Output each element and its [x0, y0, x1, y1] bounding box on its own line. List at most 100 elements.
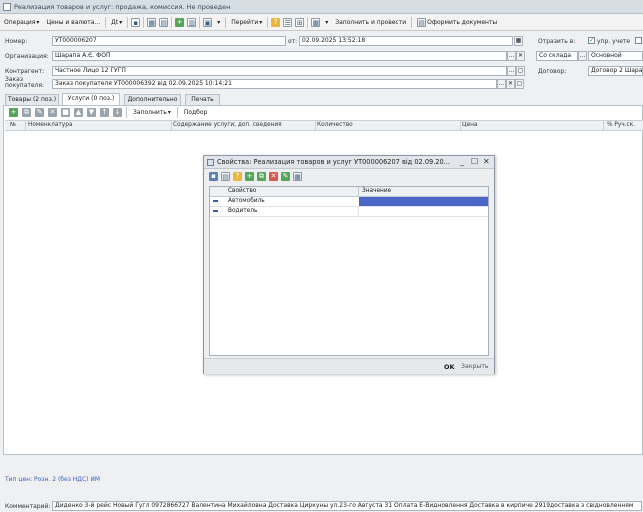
- print-icon[interactable]: ▣: [203, 17, 213, 27]
- sort-asc-icon[interactable]: ↑: [100, 108, 109, 117]
- toolbar-divider: [267, 16, 269, 28]
- unpost-icon[interactable]: ▤: [159, 17, 169, 27]
- help-icon[interactable]: ?: [233, 171, 242, 181]
- toolbar-divider: [143, 16, 145, 28]
- tab-print[interactable]: Печать: [185, 94, 220, 105]
- org-select-button[interactable]: …: [507, 51, 516, 61]
- fill-menu[interactable]: Заполнить ▾: [131, 108, 173, 117]
- dialog-title: Свойства: Реализация товаров и услуг УТ0…: [217, 158, 450, 166]
- delete-icon[interactable]: ✕: [269, 171, 278, 181]
- warehouse-type-field[interactable]: Со склада: [536, 51, 578, 61]
- close-icon: ✕: [517, 52, 524, 59]
- col-quantity[interactable]: Количество: [317, 122, 353, 128]
- post-icon[interactable]: ▦: [147, 17, 157, 27]
- number-field[interactable]: УТ000006207: [52, 36, 286, 46]
- prices-currency-button[interactable]: Цены и валюта...: [44, 18, 102, 27]
- col-number[interactable]: №: [10, 122, 16, 128]
- org-label: Организация:: [5, 53, 49, 60]
- contract-field[interactable]: Договор 2 Шарапа: [588, 66, 643, 76]
- dialog-titlebar: Свойства: Реализация товаров и услуг УТ0…: [204, 156, 494, 169]
- col-divider: [171, 121, 172, 130]
- dropdown-arrow-icon: ▾: [167, 109, 171, 116]
- dt-kt-menu[interactable]: Дt ▾: [109, 18, 124, 27]
- org-field[interactable]: Шарапа А.Є. ФОП: [52, 51, 507, 61]
- price-type-link[interactable]: Тип цен: Розн. 2 (без НДС) ИМ: [5, 476, 100, 483]
- edit-icon[interactable]: ✎: [281, 171, 290, 181]
- sort-desc-icon[interactable]: ↓: [113, 108, 122, 117]
- tab-goods[interactable]: Товары (2 поз.): [5, 94, 59, 105]
- toolbar-divider: [307, 16, 309, 28]
- mgmt-acc-checkbox[interactable]: ✓: [588, 37, 595, 44]
- edit-row-icon[interactable]: ✎: [35, 108, 44, 117]
- calendar-icon: ▦: [515, 37, 522, 44]
- toolbar-divider: [225, 16, 227, 28]
- document-print-icon: ▤: [417, 17, 427, 27]
- col-manual-discount[interactable]: % Руч.ск.: [607, 122, 635, 128]
- order-label: Заказ покупателя:: [5, 76, 45, 89]
- pick-label: Подбор: [183, 109, 208, 116]
- col-price[interactable]: Цена: [462, 122, 477, 128]
- comment-field[interactable]: Диденко 3-й рейс Новый Гугл 0972866727 В…: [52, 501, 642, 511]
- fill-post-dropdown[interactable]: ▾: [323, 18, 330, 27]
- property-row[interactable]: Автомобиль: [210, 197, 488, 207]
- date-field[interactable]: 02.09.2025 13:52:18: [299, 36, 513, 46]
- col-divider: [603, 121, 604, 130]
- tab-goods-label: Товары (2 поз.): [7, 96, 57, 103]
- org-clear-button[interactable]: ✕: [516, 51, 525, 61]
- copy-icon[interactable]: ⧉: [257, 171, 266, 181]
- fill-and-post-button[interactable]: Заполнить и провести: [333, 18, 408, 27]
- fill-label: Заполнить: [133, 109, 167, 116]
- col-service-content[interactable]: Содержание услуги, доп. сведения: [173, 122, 282, 128]
- save-icon[interactable]: ▪: [131, 17, 141, 27]
- dialog-close-button[interactable]: Закрыть: [461, 363, 489, 370]
- property-row[interactable]: Водитель: [210, 207, 488, 217]
- move-up-icon[interactable]: ▲: [74, 108, 83, 117]
- print-documents-button[interactable]: ▤ Оформить документы: [415, 17, 499, 28]
- warehouse-select-button[interactable]: …: [578, 51, 587, 61]
- warehouse-field[interactable]: Основной: [588, 51, 643, 61]
- print-dropdown[interactable]: ▾: [215, 18, 222, 27]
- maximize-button[interactable]: ☐: [471, 157, 478, 166]
- mgmt-acc-label: упр. учете: [597, 38, 631, 45]
- col-property[interactable]: Свойство: [228, 188, 256, 194]
- save-icon[interactable]: ▪: [209, 171, 218, 181]
- contractor-select-button[interactable]: …: [507, 66, 516, 76]
- tab-print-label: Печать: [191, 96, 214, 103]
- fill-post-icon[interactable]: ▦: [311, 17, 321, 27]
- create-based-on-icon[interactable]: +: [175, 17, 185, 27]
- document-icon[interactable]: ▤: [221, 171, 230, 181]
- extra-acc-checkbox[interactable]: [635, 37, 642, 44]
- tab-services[interactable]: Услуги (0 поз.): [62, 93, 120, 105]
- structure-icon[interactable]: ▥: [187, 17, 197, 27]
- property-value-cell[interactable]: [359, 197, 488, 206]
- calendar-button[interactable]: ▦: [514, 36, 523, 46]
- ok-button[interactable]: OK: [444, 363, 455, 371]
- order-select-button[interactable]: …: [497, 79, 506, 89]
- add-icon[interactable]: +: [245, 171, 254, 181]
- contractor-open-button[interactable]: ▢: [516, 66, 525, 76]
- tree-icon[interactable]: ⊞: [295, 17, 305, 27]
- operation-menu[interactable]: Операция ▾: [2, 18, 41, 27]
- add-row-icon[interactable]: +: [9, 108, 18, 117]
- move-down-icon[interactable]: ▼: [87, 108, 96, 117]
- tab-additional[interactable]: Дополнительно: [124, 94, 181, 105]
- go-menu[interactable]: Перейти ▾: [229, 18, 264, 27]
- order-clear-button[interactable]: ✕: [506, 79, 515, 89]
- document-icon: [3, 3, 11, 11]
- close-button[interactable]: ✕: [483, 157, 490, 166]
- grid-icon[interactable]: ▦: [293, 171, 302, 181]
- end-edit-icon[interactable]: ■: [61, 108, 70, 117]
- order-open-button[interactable]: ▢: [515, 79, 524, 89]
- pick-button[interactable]: Подбор: [182, 108, 210, 117]
- property-name: Автомобиль: [228, 198, 265, 204]
- order-field[interactable]: Заказ покупателя УТ000006392 від 02.09.2…: [52, 79, 497, 89]
- help-icon[interactable]: ?: [271, 17, 281, 27]
- col-nomenclature[interactable]: Номенклатура: [28, 122, 72, 128]
- toolbar-divider: [127, 16, 129, 28]
- copy-row-icon[interactable]: ⧉: [22, 108, 31, 117]
- minimize-button[interactable]: _: [460, 157, 464, 166]
- delete-row-icon[interactable]: ✕: [48, 108, 57, 117]
- list-icon[interactable]: ☰: [283, 17, 293, 27]
- col-value[interactable]: Значение: [362, 188, 391, 194]
- contractor-field[interactable]: Частное Лицо 12 ГУГП: [52, 66, 507, 76]
